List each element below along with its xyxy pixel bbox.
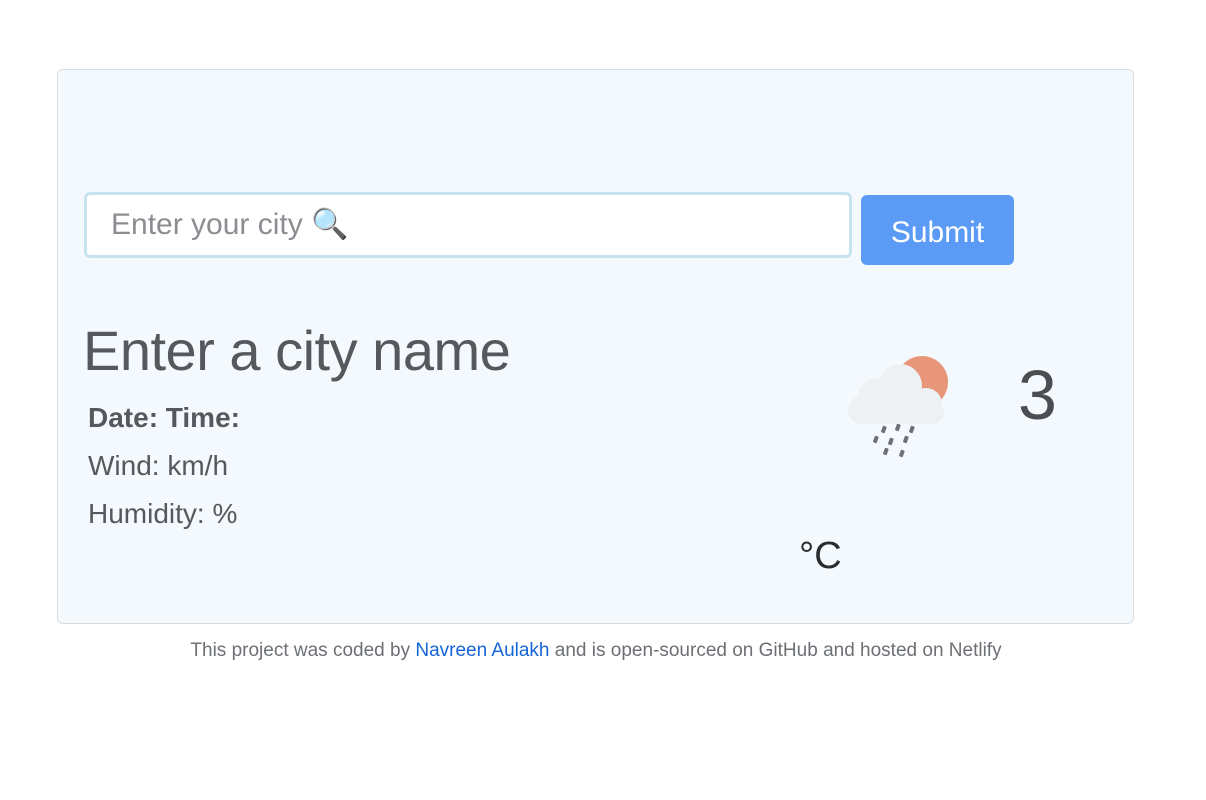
wind-label: Wind: km/h xyxy=(88,450,229,481)
date-time-label: Date: Time: xyxy=(88,402,240,433)
footer-prefix: This project was coded by xyxy=(190,640,416,661)
temperature-value: 3 xyxy=(1018,356,1057,434)
weather-card: Submit Enter a city name Date: Time: Win… xyxy=(57,69,1134,624)
humidity-label: Humidity: % xyxy=(88,498,238,529)
city-name-heading: Enter a city name xyxy=(83,319,511,382)
footer: This project was coded by Navreen Aulakh… xyxy=(0,640,1192,662)
cloud-rain-sun-icon xyxy=(844,350,956,460)
footer-suffix: and is open-sourced on GitHub and hosted… xyxy=(549,640,1002,661)
city-search-input[interactable] xyxy=(84,192,852,258)
author-link[interactable]: Navreen Aulakh xyxy=(415,640,549,661)
submit-button[interactable]: Submit xyxy=(861,195,1014,265)
temperature-unit[interactable]: °C xyxy=(799,535,842,578)
